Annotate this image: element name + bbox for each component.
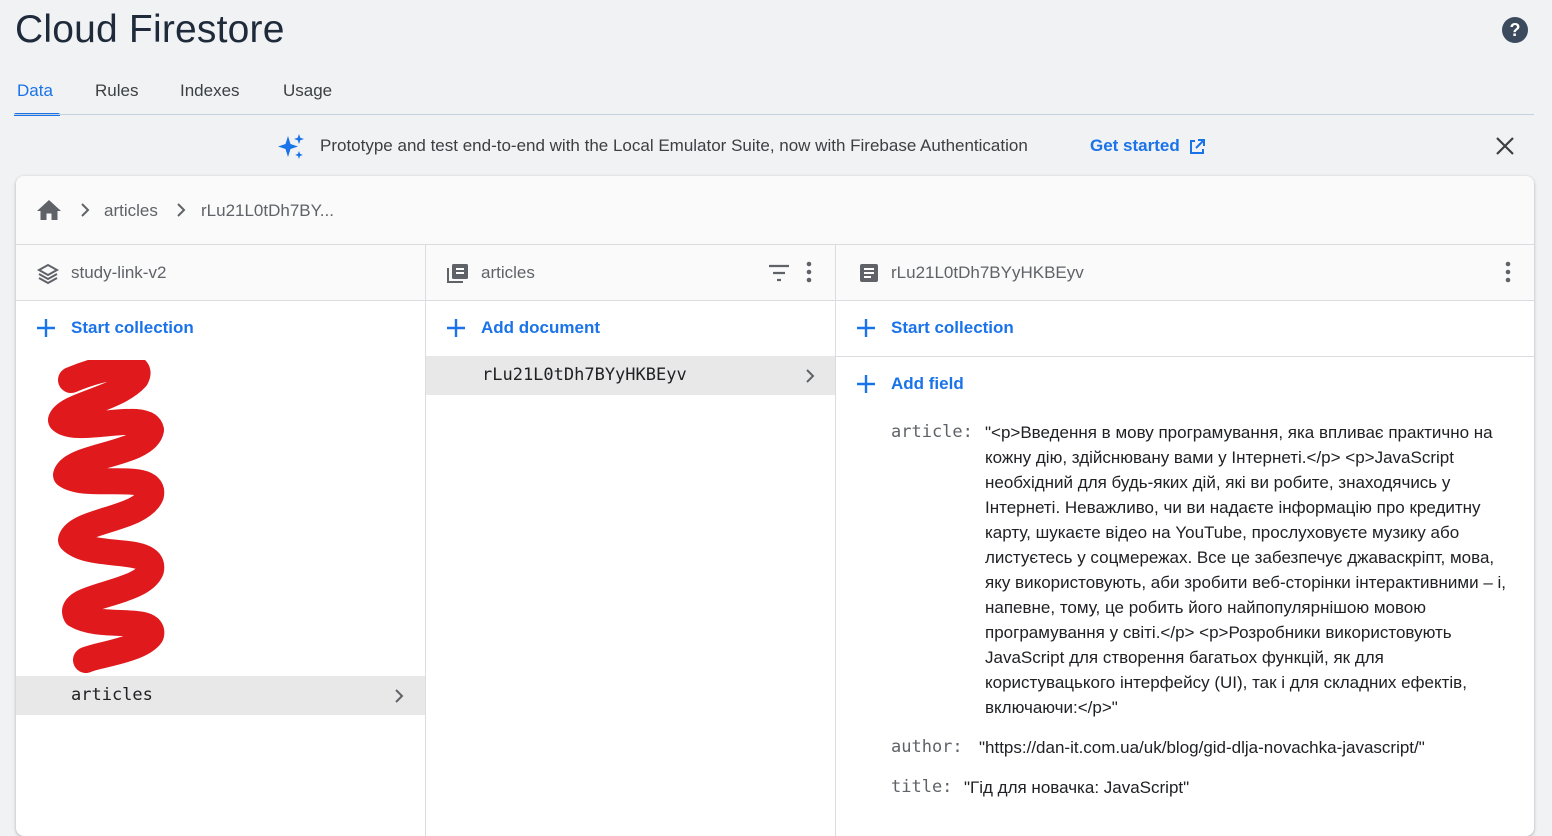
add-icon (37, 319, 55, 337)
field-value: "<p>Введення в мову програмування, яка в… (985, 423, 1507, 717)
document-column: rLu21L0tDh7BYyHKBEyv Start collection Ad… (836, 245, 1534, 836)
field-key: article: (891, 422, 973, 442)
help-button[interactable]: ? (1502, 17, 1528, 43)
root-column: study-link-v2 Start collection articles (16, 245, 426, 836)
collection-row-articles[interactable]: articles (16, 676, 425, 715)
filter-icon[interactable] (767, 262, 791, 284)
data-panel: articles rLu21L0tDh7BY... study-link-v2 … (16, 176, 1534, 836)
tabs-divider (14, 114, 1534, 115)
document-row-label: rLu21L0tDh7BYyHKBEyv (482, 365, 687, 385)
open-in-new-icon[interactable] (1188, 138, 1206, 156)
start-collection-button[interactable]: Start collection (36, 314, 236, 344)
document-row[interactable]: rLu21L0tDh7BYyHKBEyv (426, 356, 835, 395)
document-column-header: rLu21L0tDh7BYyHKBEyv (836, 245, 1534, 301)
add-icon (447, 319, 465, 337)
add-document-label: Add document (481, 318, 600, 337)
field-key: author: (891, 737, 963, 757)
breadcrumb: articles rLu21L0tDh7BY... (16, 176, 1534, 245)
breadcrumb-item-document[interactable]: rLu21L0tDh7BY... (201, 201, 334, 221)
field-article[interactable]: article: "<p>Введення в мову програмуван… (891, 420, 1531, 717)
home-icon[interactable] (36, 198, 62, 222)
field-title[interactable]: title: "Гід для новачка: JavaScript" (891, 775, 1531, 800)
more-vert-icon[interactable] (1500, 260, 1516, 284)
start-collection-label: Start collection (71, 318, 194, 337)
document-id: rLu21L0tDh7BYyHKBEyv (891, 263, 1084, 282)
collection-column-header: articles (426, 245, 835, 301)
field-value: "Гід для новачка: JavaScript" (964, 778, 1190, 797)
add-field-label: Add field (891, 374, 964, 393)
redaction-scribble (48, 360, 165, 673)
start-subcollection-button[interactable]: Start collection (856, 314, 1056, 344)
add-field-button[interactable]: Add field (856, 370, 1056, 400)
field-author[interactable]: author: "https://dan-it.com.ua/uk/blog/g… (891, 735, 1531, 760)
tab-data[interactable]: Data (14, 78, 60, 116)
divider (836, 356, 1534, 357)
tab-usage[interactable]: Usage (283, 78, 332, 116)
help-icon: ? (1509, 19, 1521, 40)
close-icon[interactable] (1494, 135, 1516, 157)
root-column-header: study-link-v2 (16, 245, 425, 301)
collection-column: articles Add document rLu21L0tDh7BYyHKBE… (426, 245, 836, 836)
emulator-banner: Prototype and test end-to-end with the L… (0, 125, 1552, 167)
project-name: study-link-v2 (71, 263, 167, 282)
tab-rules[interactable]: Rules (95, 78, 138, 116)
collection-icon (447, 264, 468, 283)
add-icon (857, 319, 875, 337)
start-subcollection-label: Start collection (891, 318, 1014, 337)
collection-row-label: articles (71, 685, 153, 705)
chevron-right-icon (177, 203, 186, 217)
breadcrumb-item-articles[interactable]: articles (104, 201, 158, 221)
tab-indexes[interactable]: Indexes (180, 78, 240, 116)
chevron-right-icon (806, 369, 815, 383)
add-document-button[interactable]: Add document (446, 314, 646, 344)
document-icon (860, 264, 878, 282)
collection-name: articles (481, 263, 535, 282)
chevron-right-icon (81, 203, 90, 217)
chevron-right-icon (395, 689, 404, 703)
get-started-link[interactable]: Get started (1090, 136, 1180, 156)
add-icon (857, 375, 875, 393)
banner-message: Prototype and test end-to-end with the L… (320, 136, 1028, 155)
more-vert-icon[interactable] (801, 260, 817, 284)
sparkle-icon (278, 134, 304, 159)
page-title: Cloud Firestore (15, 8, 285, 51)
field-key: title: (891, 777, 953, 797)
field-value: "https://dan-it.com.ua/uk/blog/gid-dlja-… (979, 738, 1425, 757)
database-stack-icon (36, 263, 60, 284)
